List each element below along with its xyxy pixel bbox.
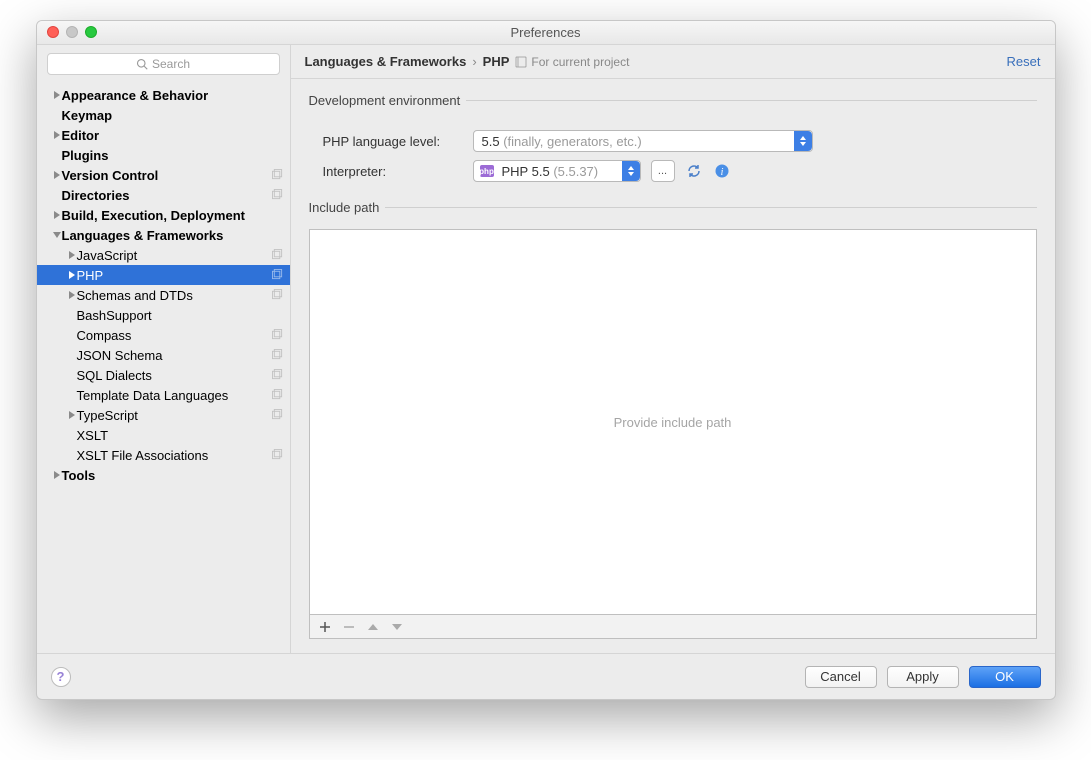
include-path-legend: Include path <box>309 200 386 215</box>
include-placeholder: Provide include path <box>614 415 732 430</box>
lang-level-label: PHP language level: <box>323 134 463 149</box>
lang-level-row: PHP language level: 5.5 (finally, genera… <box>323 130 1037 152</box>
include-path-list[interactable]: Provide include path <box>309 229 1037 615</box>
tree-item[interactable]: Version Control <box>37 165 290 185</box>
tree-item[interactable]: JavaScript <box>37 245 290 265</box>
tree-item[interactable]: Build, Execution, Deployment <box>37 205 290 225</box>
dev-env-legend: Development environment <box>309 93 467 108</box>
interpreter-more-button[interactable]: ... <box>651 160 675 182</box>
titlebar: Preferences <box>37 21 1055 45</box>
move-down-button[interactable] <box>390 620 404 634</box>
tree-item[interactable]: SQL Dialects <box>37 365 290 385</box>
interpreter-select[interactable]: php PHP 5.5 (5.5.37) <box>473 160 641 182</box>
minimize-icon[interactable] <box>66 26 78 38</box>
tree-item[interactable]: Directories <box>37 185 290 205</box>
breadcrumb-current: PHP <box>483 54 510 69</box>
development-environment-group: Development environment PHP language lev… <box>309 93 1037 200</box>
search-placeholder: Search <box>152 57 190 71</box>
window-title: Preferences <box>510 25 580 40</box>
tree-item[interactable]: PHP <box>37 265 290 285</box>
refresh-icon <box>686 163 702 179</box>
tree-item[interactable]: XSLT File Associations <box>37 445 290 465</box>
tree-item[interactable]: Schemas and DTDs <box>37 285 290 305</box>
cancel-button[interactable]: Cancel <box>805 666 877 688</box>
reset-button[interactable]: Reset <box>1007 54 1041 69</box>
project-hint: For current project <box>515 55 629 69</box>
tree-item[interactable]: XSLT <box>37 425 290 445</box>
body: Search Appearance & BehaviorKeymapEditor… <box>37 45 1055 653</box>
tree-item[interactable]: Languages & Frameworks <box>37 225 290 245</box>
info-button[interactable]: i <box>713 162 731 180</box>
tree-item[interactable]: Compass <box>37 325 290 345</box>
tree-item[interactable]: Plugins <box>37 145 290 165</box>
lang-level-select[interactable]: 5.5 (finally, generators, etc.) <box>473 130 813 152</box>
search-icon <box>136 58 148 70</box>
tree-item[interactable]: Editor <box>37 125 290 145</box>
minus-icon <box>344 622 354 632</box>
preferences-window: Preferences Search Appearance & Behavior… <box>36 20 1056 700</box>
search-input[interactable]: Search <box>47 53 280 75</box>
tree-item[interactable]: Appearance & Behavior <box>37 85 290 105</box>
include-path-group: Include path Provide include path <box>309 200 1037 649</box>
main-panel: Languages & Frameworks › PHP For current… <box>291 45 1055 653</box>
info-icon: i <box>714 163 730 179</box>
add-button[interactable] <box>318 620 332 634</box>
footer: ? Cancel Apply OK <box>37 653 1055 699</box>
tree-item[interactable]: Keymap <box>37 105 290 125</box>
sidebar-tree: Appearance & BehaviorKeymapEditorPlugins… <box>37 83 290 653</box>
breadcrumb-sep: › <box>472 54 476 69</box>
content: Development environment PHP language lev… <box>291 79 1055 653</box>
window-controls <box>47 26 97 38</box>
include-toolbar <box>309 615 1037 639</box>
zoom-icon[interactable] <box>85 26 97 38</box>
triangle-down-icon <box>392 624 402 630</box>
interpreter-label: Interpreter: <box>323 164 463 179</box>
apply-button[interactable]: Apply <box>887 666 959 688</box>
svg-text:i: i <box>720 167 723 178</box>
chevron-updown-icon <box>622 161 640 181</box>
plus-icon <box>320 622 330 632</box>
breadcrumb-parent: Languages & Frameworks <box>305 54 467 69</box>
chevron-updown-icon <box>794 131 812 151</box>
close-icon[interactable] <box>47 26 59 38</box>
reload-button[interactable] <box>685 162 703 180</box>
php-icon: php <box>480 165 494 177</box>
tree-item[interactable]: Tools <box>37 465 290 485</box>
help-button[interactable]: ? <box>51 667 71 687</box>
tree-item[interactable]: JSON Schema <box>37 345 290 365</box>
triangle-up-icon <box>368 624 378 630</box>
remove-button[interactable] <box>342 620 356 634</box>
interpreter-row: Interpreter: php PHP 5.5 (5.5.37) ... i <box>323 160 1037 182</box>
move-up-button[interactable] <box>366 620 380 634</box>
sidebar: Search Appearance & BehaviorKeymapEditor… <box>37 45 291 653</box>
breadcrumb: Languages & Frameworks › PHP For current… <box>291 45 1055 79</box>
ok-button[interactable]: OK <box>969 666 1041 688</box>
project-icon <box>515 56 527 68</box>
tree-item[interactable]: Template Data Languages <box>37 385 290 405</box>
tree-item[interactable]: BashSupport <box>37 305 290 325</box>
tree-item[interactable]: TypeScript <box>37 405 290 425</box>
